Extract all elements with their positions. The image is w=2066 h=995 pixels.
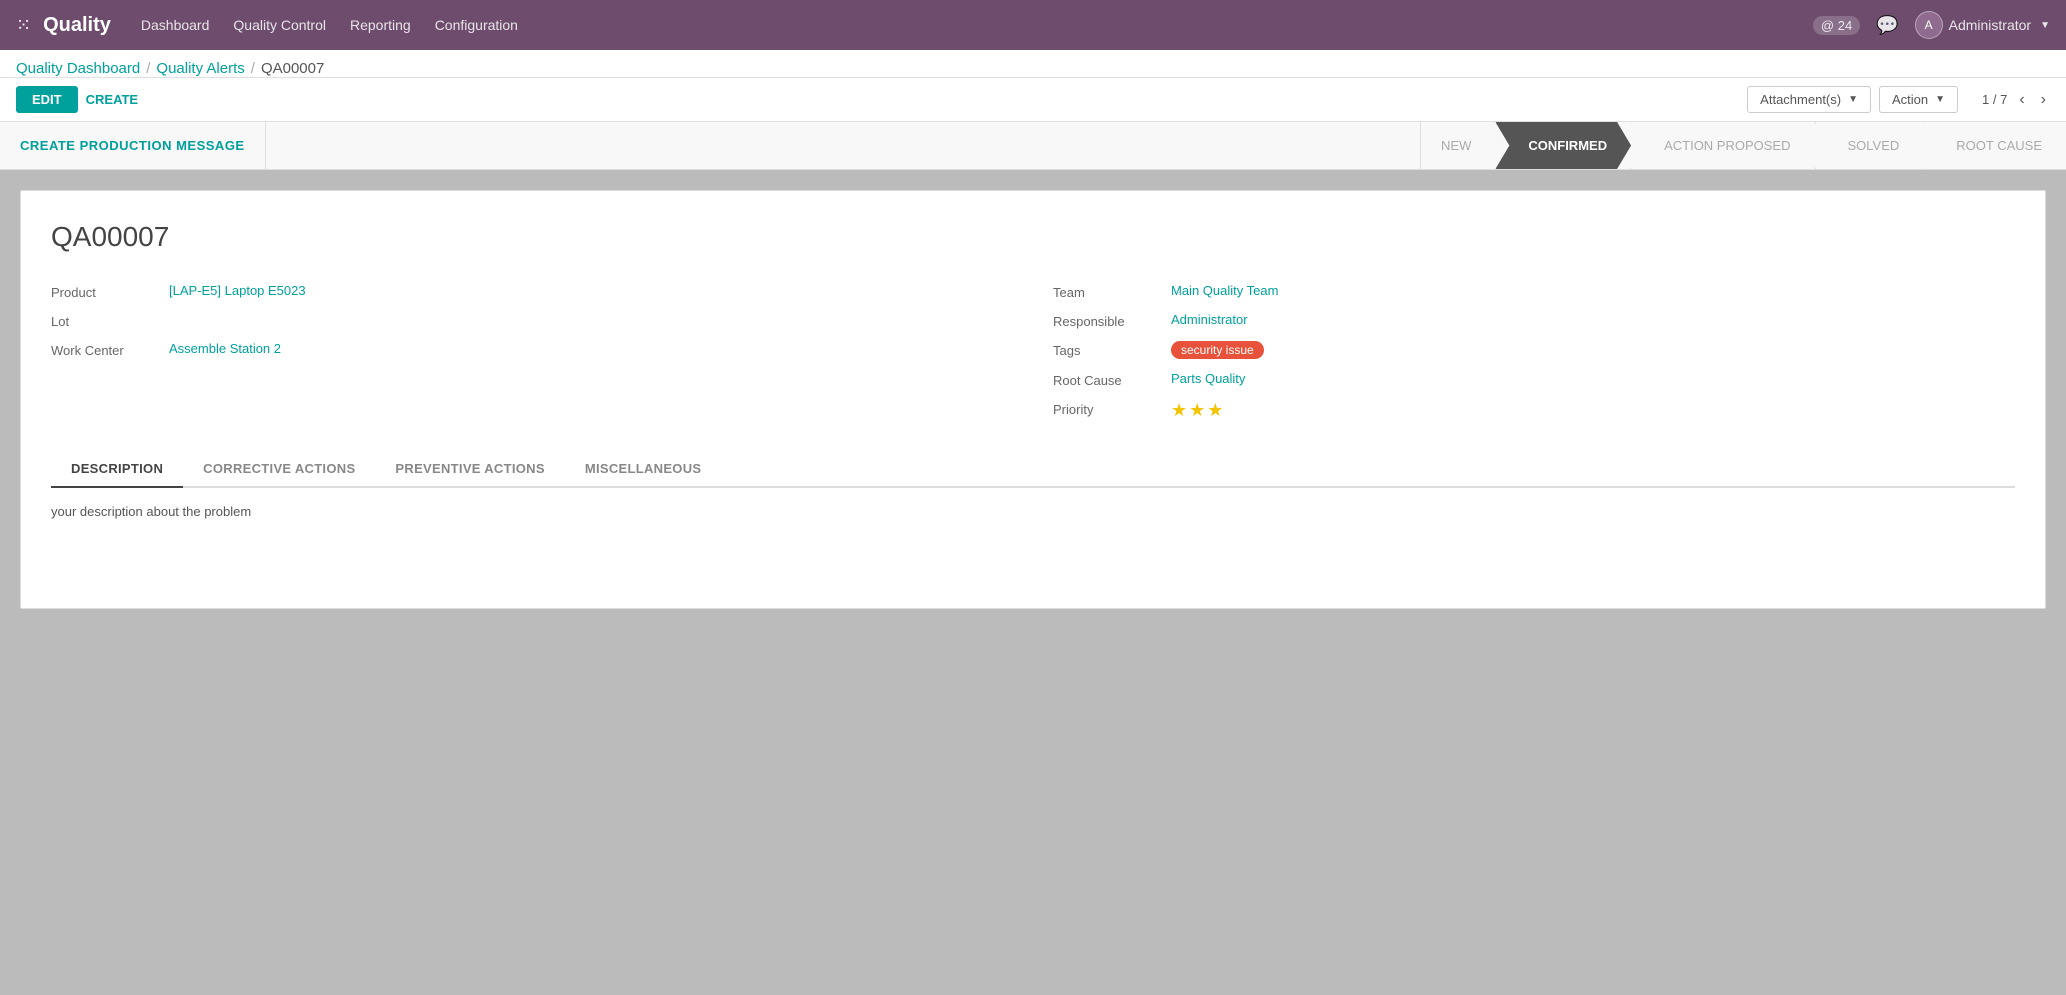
notification-badge[interactable]: @ 24 (1813, 16, 1860, 35)
topnav-right: @ 24 💬 A Administrator ▼ (1813, 11, 2050, 39)
status-step-solved-label: SOLVED (1848, 138, 1900, 153)
work-center-value[interactable]: Assemble Station 2 (169, 341, 281, 356)
star-2[interactable]: ★ (1189, 400, 1205, 421)
breadcrumb: Quality Dashboard / Quality Alerts / QA0… (0, 50, 2066, 78)
star-1[interactable]: ★ (1171, 400, 1187, 421)
content-card: QA00007 Product [LAP-E5] Laptop E5023 Lo… (20, 190, 2046, 609)
pager-count: 1 / 7 (1982, 92, 2007, 107)
breadcrumb-sep-1: / (146, 60, 150, 77)
form-row-lot: Lot (51, 312, 1013, 329)
tab-content-description: your description about the problem (51, 488, 2015, 568)
user-name: Administrator (1949, 17, 2031, 33)
form-row-tags: Tags security issue (1053, 341, 2015, 359)
status-step-action-proposed[interactable]: ACTION PROPOSED (1631, 122, 1814, 169)
action-dropdown-icon: ▼ (1935, 94, 1945, 105)
tab-description[interactable]: DESCRIPTION (51, 451, 183, 488)
tab-preventive-actions[interactable]: PREVENTIVE ACTIONS (375, 451, 564, 488)
status-step-action-proposed-label: ACTION PROPOSED (1664, 138, 1790, 153)
nav-quality-control[interactable]: Quality Control (233, 13, 326, 37)
status-step-root-cause-label: ROOT CAUSE (1956, 138, 2042, 153)
form-row-team: Team Main Quality Team (1053, 283, 2015, 300)
breadcrumb-sep-2: / (251, 60, 255, 77)
avatar: A (1915, 11, 1943, 39)
form-section-right: Team Main Quality Team Responsible Admin… (1053, 283, 2015, 421)
responsible-label: Responsible (1053, 312, 1163, 329)
attachments-label: Attachment(s) (1760, 92, 1841, 107)
status-step-solved[interactable]: SOLVED (1815, 122, 1924, 169)
status-steps: NEW CONFIRMED ACTION PROPOSED SOLVED ROO… (1420, 122, 2066, 169)
nav-links: Dashboard Quality Control Reporting Conf… (141, 13, 1813, 37)
status-step-new-label: NEW (1441, 138, 1471, 153)
apps-icon[interactable]: ⁙ (16, 15, 31, 36)
responsible-value[interactable]: Administrator (1171, 312, 1248, 327)
product-label: Product (51, 283, 161, 300)
form-row-work-center: Work Center Assemble Station 2 (51, 341, 1013, 358)
star-3[interactable]: ★ (1207, 400, 1223, 421)
top-navigation: ⁙ Quality Dashboard Quality Control Repo… (0, 0, 2066, 50)
breadcrumb-current: QA00007 (261, 60, 324, 77)
form-row-root-cause: Root Cause Parts Quality (1053, 371, 2015, 388)
create-production-message-button[interactable]: CREATE PRODUCTION MESSAGE (0, 122, 266, 169)
create-button[interactable]: CREATE (86, 92, 138, 107)
chat-icon[interactable]: 💬 (1876, 15, 1898, 36)
nav-reporting[interactable]: Reporting (350, 13, 411, 37)
team-label: Team (1053, 283, 1163, 300)
action-bar: EDIT CREATE Attachment(s) ▼ Action ▼ 1 /… (0, 78, 2066, 122)
pager: 1 / 7 ‹ › (1982, 91, 2050, 109)
pager-prev[interactable]: ‹ (2015, 91, 2028, 109)
attachments-button[interactable]: Attachment(s) ▼ (1747, 86, 1871, 113)
status-step-confirmed-label: CONFIRMED (1528, 138, 1607, 153)
breadcrumb-quality-dashboard[interactable]: Quality Dashboard (16, 60, 140, 77)
tags-label: Tags (1053, 341, 1163, 358)
status-step-root-cause[interactable]: ROOT CAUSE (1923, 122, 2066, 169)
tab-miscellaneous[interactable]: MISCELLANEOUS (565, 451, 722, 488)
root-cause-value[interactable]: Parts Quality (1171, 371, 1245, 386)
nav-dashboard[interactable]: Dashboard (141, 13, 210, 37)
priority-stars: ★ ★ ★ (1171, 400, 1223, 421)
tabs-bar: DESCRIPTION CORRECTIVE ACTIONS PREVENTIV… (51, 451, 2015, 488)
user-dropdown-arrow: ▼ (2040, 20, 2050, 31)
status-step-new[interactable]: NEW (1420, 122, 1495, 169)
lot-label: Lot (51, 312, 161, 329)
brand-name: Quality (43, 14, 111, 37)
edit-button[interactable]: EDIT (16, 86, 78, 113)
record-title: QA00007 (51, 221, 2015, 253)
form-section-left: Product [LAP-E5] Laptop E5023 Lot Work C… (51, 283, 1013, 421)
tab-corrective-actions[interactable]: CORRECTIVE ACTIONS (183, 451, 375, 488)
root-cause-label: Root Cause (1053, 371, 1163, 388)
work-center-label: Work Center (51, 341, 161, 358)
page-wrapper: QA00007 Product [LAP-E5] Laptop E5023 Lo… (0, 170, 2066, 965)
status-step-confirmed[interactable]: CONFIRMED (1495, 122, 1631, 169)
form-grid: Product [LAP-E5] Laptop E5023 Lot Work C… (51, 283, 2015, 421)
attachments-dropdown-icon: ▼ (1848, 94, 1858, 105)
form-row-product: Product [LAP-E5] Laptop E5023 (51, 283, 1013, 300)
user-menu[interactable]: A Administrator ▼ (1915, 11, 2050, 39)
priority-label: Priority (1053, 400, 1163, 417)
form-row-priority: Priority ★ ★ ★ (1053, 400, 2015, 421)
form-row-responsible: Responsible Administrator (1053, 312, 2015, 329)
action-label: Action (1892, 92, 1928, 107)
pager-next[interactable]: › (2037, 91, 2050, 109)
action-button[interactable]: Action ▼ (1879, 86, 1958, 113)
nav-configuration[interactable]: Configuration (435, 13, 518, 37)
team-value[interactable]: Main Quality Team (1171, 283, 1278, 298)
breadcrumb-quality-alerts[interactable]: Quality Alerts (156, 60, 244, 77)
tags-value[interactable]: security issue (1171, 341, 1264, 359)
status-bar: CREATE PRODUCTION MESSAGE NEW CONFIRMED … (0, 122, 2066, 170)
description-text: your description about the problem (51, 504, 251, 519)
product-value[interactable]: [LAP-E5] Laptop E5023 (169, 283, 306, 298)
